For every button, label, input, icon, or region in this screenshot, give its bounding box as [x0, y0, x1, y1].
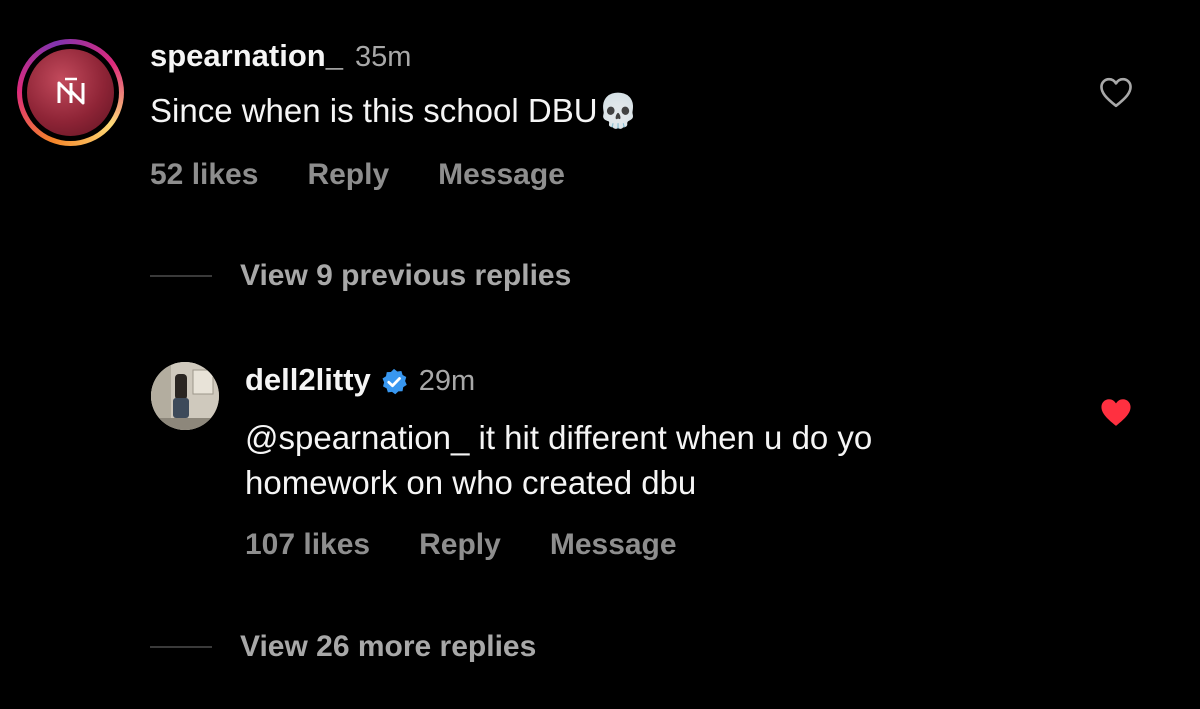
- story-ring-gap: [22, 44, 119, 141]
- heart-filled-icon: [1101, 399, 1131, 426]
- reply-button[interactable]: Reply: [419, 528, 501, 562]
- message-button[interactable]: Message: [550, 528, 677, 562]
- story-ring[interactable]: [17, 39, 124, 146]
- view-more-replies[interactable]: View 26 more replies: [150, 630, 536, 664]
- comment-body-line: homework on who created dbu: [245, 464, 697, 501]
- view-more-label[interactable]: View 26 more replies: [240, 630, 536, 664]
- username[interactable]: spearnation_: [150, 38, 343, 74]
- divider: [150, 646, 212, 648]
- comment-body: Since when is this school DBU: [150, 92, 598, 129]
- message-button[interactable]: Message: [438, 158, 565, 192]
- like-button[interactable]: [1098, 396, 1134, 428]
- likes-count[interactable]: 52 likes: [150, 158, 258, 192]
- divider: [150, 275, 212, 277]
- likes-count[interactable]: 107 likes: [245, 528, 370, 562]
- brand-logo-icon: [57, 77, 84, 104]
- comment-body-line: @spearnation_ it hit different when u do…: [245, 419, 873, 456]
- comment-header: dell2litty 29m: [245, 362, 475, 402]
- timestamp: 29m: [418, 365, 476, 397]
- comment-text: @spearnation_ it hit different when u do…: [245, 415, 1065, 505]
- comment-text: Since when is this school DBU💀: [150, 88, 639, 133]
- comment-header: spearnation_ 35m: [150, 38, 411, 78]
- avatar[interactable]: [151, 362, 219, 430]
- view-previous-replies[interactable]: View 9 previous replies: [150, 259, 571, 293]
- comment-actions: 107 likes Reply Message: [245, 528, 677, 562]
- comment-actions: 52 likes Reply Message: [150, 158, 565, 192]
- reply-button[interactable]: Reply: [307, 158, 389, 192]
- skull-emoji: 💀: [597, 92, 639, 129]
- heart-outline-icon: [1100, 77, 1132, 108]
- avatar-photo: [151, 362, 219, 430]
- avatar[interactable]: [27, 49, 114, 136]
- verified-badge-icon: [382, 368, 407, 395]
- like-button[interactable]: [1098, 76, 1134, 108]
- timestamp: 35m: [354, 41, 412, 73]
- view-previous-label[interactable]: View 9 previous replies: [240, 259, 571, 293]
- username[interactable]: dell2litty: [245, 362, 371, 398]
